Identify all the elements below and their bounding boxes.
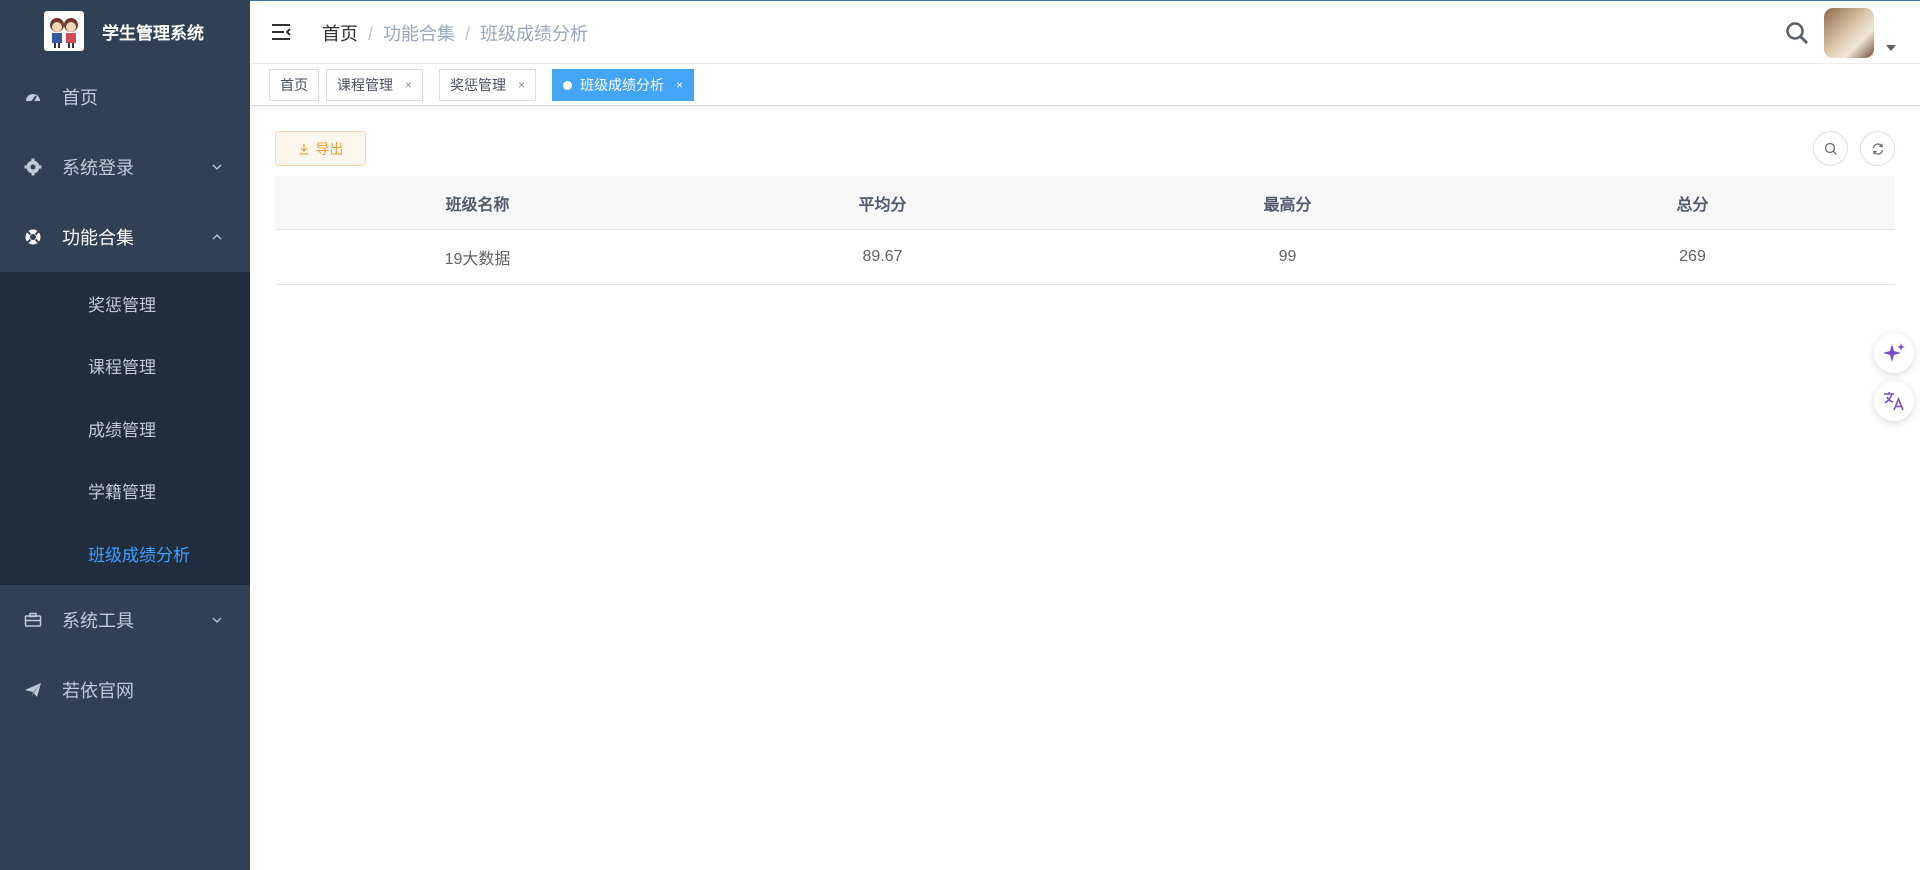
translate-button[interactable] bbox=[1874, 381, 1914, 421]
close-icon[interactable]: × bbox=[405, 78, 412, 92]
ai-assistant-button[interactable] bbox=[1874, 333, 1914, 373]
column-header-highest[interactable]: 最高分 bbox=[1085, 176, 1490, 229]
lifebuoy-icon bbox=[24, 228, 42, 246]
submenu-item-label: 班级成绩分析 bbox=[88, 545, 190, 565]
search-icon bbox=[1824, 142, 1837, 155]
breadcrumb: 首页 / 功能合集 / 班级成绩分析 bbox=[322, 20, 588, 46]
submenu-item-label: 课程管理 bbox=[88, 358, 156, 378]
gear-icon bbox=[24, 158, 42, 176]
submenu-item-rewards[interactable]: 奖惩管理 bbox=[0, 272, 250, 335]
sidebar-item-official-site[interactable]: 若依官网 bbox=[0, 655, 250, 725]
download-icon bbox=[299, 143, 308, 155]
table-header: 班级名称 平均分 最高分 总分 bbox=[275, 176, 1895, 230]
toolbox-icon bbox=[24, 611, 42, 629]
export-label: 导出 bbox=[315, 140, 344, 157]
sidebar-item-system-tools[interactable]: 系统工具 bbox=[0, 585, 250, 655]
column-header-average[interactable]: 平均分 bbox=[680, 176, 1085, 229]
sparkle-icon bbox=[1883, 343, 1905, 362]
tag-home[interactable]: 首页 bbox=[269, 69, 319, 101]
close-icon[interactable]: × bbox=[518, 78, 525, 92]
features-submenu: 奖惩管理 课程管理 成绩管理 学籍管理 班级成绩分析 bbox=[0, 272, 250, 585]
tags-view: 首页 课程管理 × 奖惩管理 × 班级成绩分析 × bbox=[250, 64, 1920, 106]
tag-label: 课程管理 bbox=[337, 77, 393, 93]
column-header-class-name[interactable]: 班级名称 bbox=[275, 176, 680, 229]
sidebar-item-label: 系统登录 bbox=[62, 158, 134, 178]
translate-icon bbox=[1884, 392, 1904, 411]
submenu-item-courses[interactable]: 课程管理 bbox=[0, 335, 250, 398]
breadcrumb-item-current: 班级成绩分析 bbox=[480, 24, 589, 44]
submenu-item-label: 学籍管理 bbox=[88, 483, 156, 503]
tag-label: 班级成绩分析 bbox=[580, 77, 664, 93]
tag-class-analysis[interactable]: 班级成绩分析 × bbox=[552, 69, 695, 101]
hamburger-icon[interactable] bbox=[270, 21, 292, 43]
active-dot-icon bbox=[563, 80, 572, 90]
dashboard-icon bbox=[24, 88, 42, 106]
submenu-item-grades[interactable]: 成绩管理 bbox=[0, 397, 250, 460]
export-button[interactable]: 导出 bbox=[275, 131, 366, 166]
app-title: 学生管理系统 bbox=[102, 23, 204, 43]
tag-label: 奖惩管理 bbox=[450, 77, 506, 93]
refresh-icon bbox=[1872, 142, 1883, 155]
sidebar-item-system-login[interactable]: 系统登录 bbox=[0, 132, 250, 202]
sidebar-item-label: 首页 bbox=[62, 88, 98, 108]
sidebar: 学生管理系统 首页 系统登录 功能合集 奖惩管理 课程管理 成绩管理 学籍管理 … bbox=[0, 0, 250, 870]
sidebar-item-home[interactable]: 首页 bbox=[0, 62, 250, 132]
search-icon[interactable] bbox=[1784, 20, 1810, 46]
avatar[interactable] bbox=[1824, 8, 1874, 58]
breadcrumb-separator: / bbox=[368, 24, 374, 44]
navbar: 首页 / 功能合集 / 班级成绩分析 bbox=[250, 0, 1920, 64]
sidebar-item-label: 若依官网 bbox=[62, 680, 134, 701]
caret-down-icon[interactable] bbox=[1886, 45, 1896, 51]
refresh-button[interactable] bbox=[1860, 131, 1895, 166]
submenu-item-enrollment[interactable]: 学籍管理 bbox=[0, 460, 250, 523]
sidebar-item-label: 功能合集 bbox=[62, 228, 134, 248]
logo-icon bbox=[44, 11, 84, 51]
chevron-down-icon bbox=[212, 164, 222, 170]
breadcrumb-item-home[interactable]: 首页 bbox=[322, 24, 358, 44]
chevron-up-icon bbox=[212, 234, 222, 240]
tag-courses[interactable]: 课程管理 × bbox=[326, 69, 424, 101]
tag-rewards[interactable]: 奖惩管理 × bbox=[439, 69, 537, 101]
breadcrumb-item-features: 功能合集 bbox=[383, 24, 456, 44]
sidebar-item-label: 系统工具 bbox=[62, 610, 134, 631]
close-icon[interactable]: × bbox=[676, 78, 683, 92]
table-cell: 19大数据 bbox=[444, 251, 511, 268]
submenu-item-label: 奖惩管理 bbox=[88, 295, 156, 315]
tag-label: 首页 bbox=[280, 77, 308, 93]
toggle-search-button[interactable] bbox=[1813, 131, 1848, 166]
column-header-total[interactable]: 总分 bbox=[1490, 176, 1895, 229]
table-row[interactable]: 19大数据 89.67 99 269 bbox=[275, 230, 1895, 285]
send-icon bbox=[24, 681, 42, 699]
submenu-item-label: 成绩管理 bbox=[88, 420, 156, 440]
table-cell: 89.67 bbox=[862, 248, 903, 265]
score-table: 班级名称 平均分 最高分 总分 19大数据 89.67 99 269 bbox=[275, 176, 1895, 285]
chevron-down-icon bbox=[212, 617, 222, 623]
table-cell: 99 bbox=[1278, 248, 1297, 265]
logo[interactable]: 学生管理系统 bbox=[0, 0, 250, 62]
submenu-item-class-analysis[interactable]: 班级成绩分析 bbox=[0, 522, 250, 585]
table-cell: 269 bbox=[1679, 248, 1706, 265]
breadcrumb-separator: / bbox=[465, 24, 471, 44]
sidebar-item-features[interactable]: 功能合集 bbox=[0, 202, 250, 272]
